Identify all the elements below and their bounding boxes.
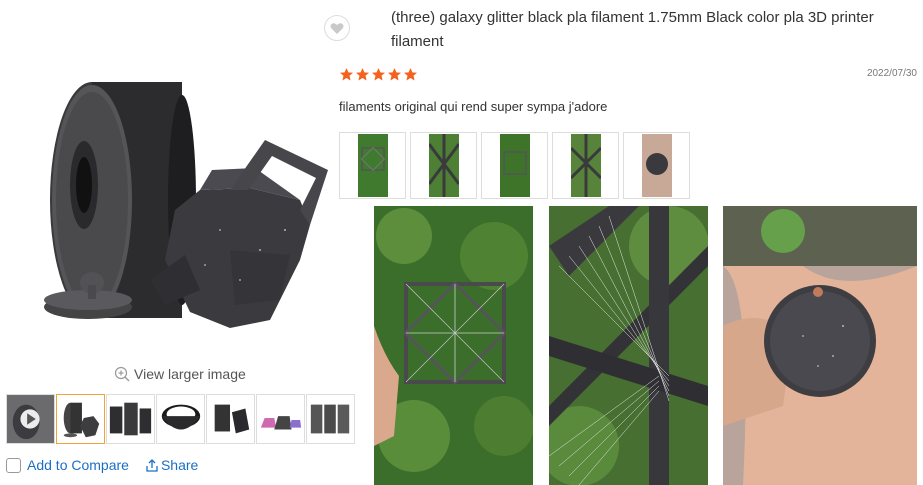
star-icon: [372, 68, 385, 81]
review-title: (three) galaxy glitter black pla filamen…: [391, 9, 874, 50]
review-photo-1[interactable]: [374, 206, 533, 485]
main-product-image[interactable]: [0, 50, 370, 360]
review-thumbnails: [339, 132, 690, 199]
review-photo-2[interactable]: [549, 206, 708, 485]
review-thumbnail[interactable]: [339, 132, 406, 199]
review-thumbnail[interactable]: [552, 132, 619, 199]
thumbnail-spool-pot[interactable]: [56, 394, 105, 444]
compare-label: Add to Compare: [27, 457, 129, 473]
thumbnail-colored-pots[interactable]: [256, 394, 305, 444]
rating-stars: [339, 67, 418, 82]
review-thumbnail[interactable]: [481, 132, 548, 199]
star-icon: [388, 68, 401, 81]
view-larger-link[interactable]: View larger image: [114, 366, 246, 382]
review-thumbnail[interactable]: [410, 132, 477, 199]
thumbnail-vase[interactable]: [206, 394, 255, 444]
add-to-compare[interactable]: Add to Compare: [6, 457, 129, 473]
review-date: 2022/07/30: [866, 68, 917, 79]
star-icon: [356, 68, 369, 81]
review-photo-3[interactable]: [723, 206, 917, 485]
thumbnail-grey-parts[interactable]: [306, 394, 355, 444]
zoom-icon: [114, 366, 130, 382]
share-label: Share: [160, 457, 199, 473]
review-text: filaments original qui rend super sympa …: [339, 99, 608, 114]
checkbox-icon[interactable]: [6, 457, 21, 473]
thumbnail-towers[interactable]: [106, 394, 155, 444]
thumbnail-bowl[interactable]: [156, 394, 205, 444]
review-thumbnail[interactable]: [623, 132, 690, 199]
share-button[interactable]: Share: [145, 457, 198, 473]
star-icon: [404, 68, 417, 81]
thumbnail-strip: [6, 394, 355, 444]
view-larger-label: View larger image: [134, 366, 246, 382]
share-icon: [146, 459, 158, 472]
compare-share-row: Add to Compare Share: [6, 457, 198, 473]
star-icon: [340, 68, 353, 81]
thumbnail-video[interactable]: [6, 394, 55, 444]
wishlist-button[interactable]: [324, 15, 350, 41]
heart-icon: [330, 22, 344, 34]
